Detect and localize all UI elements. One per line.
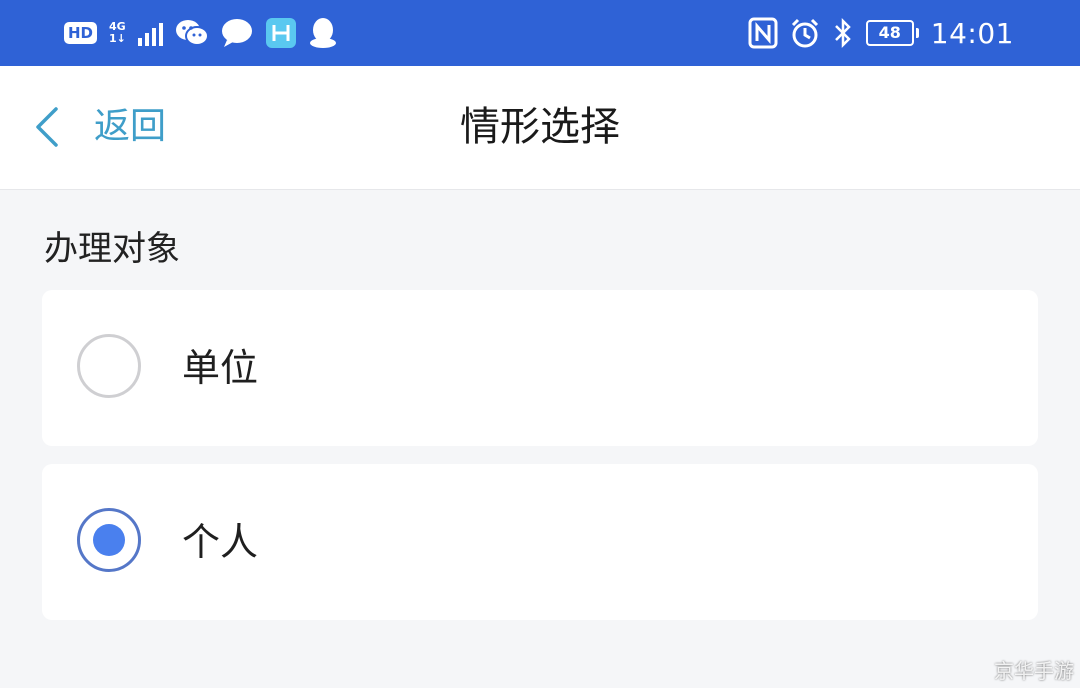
option-label-individual: 个人 xyxy=(182,520,259,564)
clock: 14:01 xyxy=(930,16,1014,50)
battery-icon: 48 xyxy=(865,20,919,46)
status-bar: HD 4G 1↓ 48 14:01 xyxy=(0,0,1080,66)
app-h-icon xyxy=(265,18,296,48)
nav-bar: 返回 情形选择 xyxy=(0,66,1080,190)
radio-unit[interactable] xyxy=(77,334,141,398)
battery-level: 48 xyxy=(865,20,914,46)
section-label: 办理对象 xyxy=(44,229,180,269)
option-individual[interactable]: 个人 xyxy=(42,464,1038,620)
bluetooth-icon xyxy=(834,17,851,49)
qq-icon xyxy=(309,18,336,48)
radio-individual[interactable] xyxy=(77,508,141,572)
wechat-icon xyxy=(175,20,209,46)
status-right: 48 14:01 xyxy=(748,14,1014,52)
status-left: HD 4G 1↓ xyxy=(64,14,337,52)
signal-icon xyxy=(137,20,163,46)
option-unit[interactable]: 单位 xyxy=(42,290,1038,446)
option-label-unit: 单位 xyxy=(182,346,259,390)
hd-badge: HD xyxy=(64,22,98,44)
message-icon xyxy=(221,19,252,47)
network-type: 4G 1↓ xyxy=(109,21,126,45)
nfc-icon xyxy=(748,17,778,49)
page-title: 情形选择 xyxy=(460,104,620,150)
radio-selected-dot xyxy=(93,524,125,556)
alarm-icon xyxy=(791,18,818,48)
network-sub-label: 1↓ xyxy=(109,32,126,45)
watermark: 京华手游 xyxy=(994,659,1074,683)
